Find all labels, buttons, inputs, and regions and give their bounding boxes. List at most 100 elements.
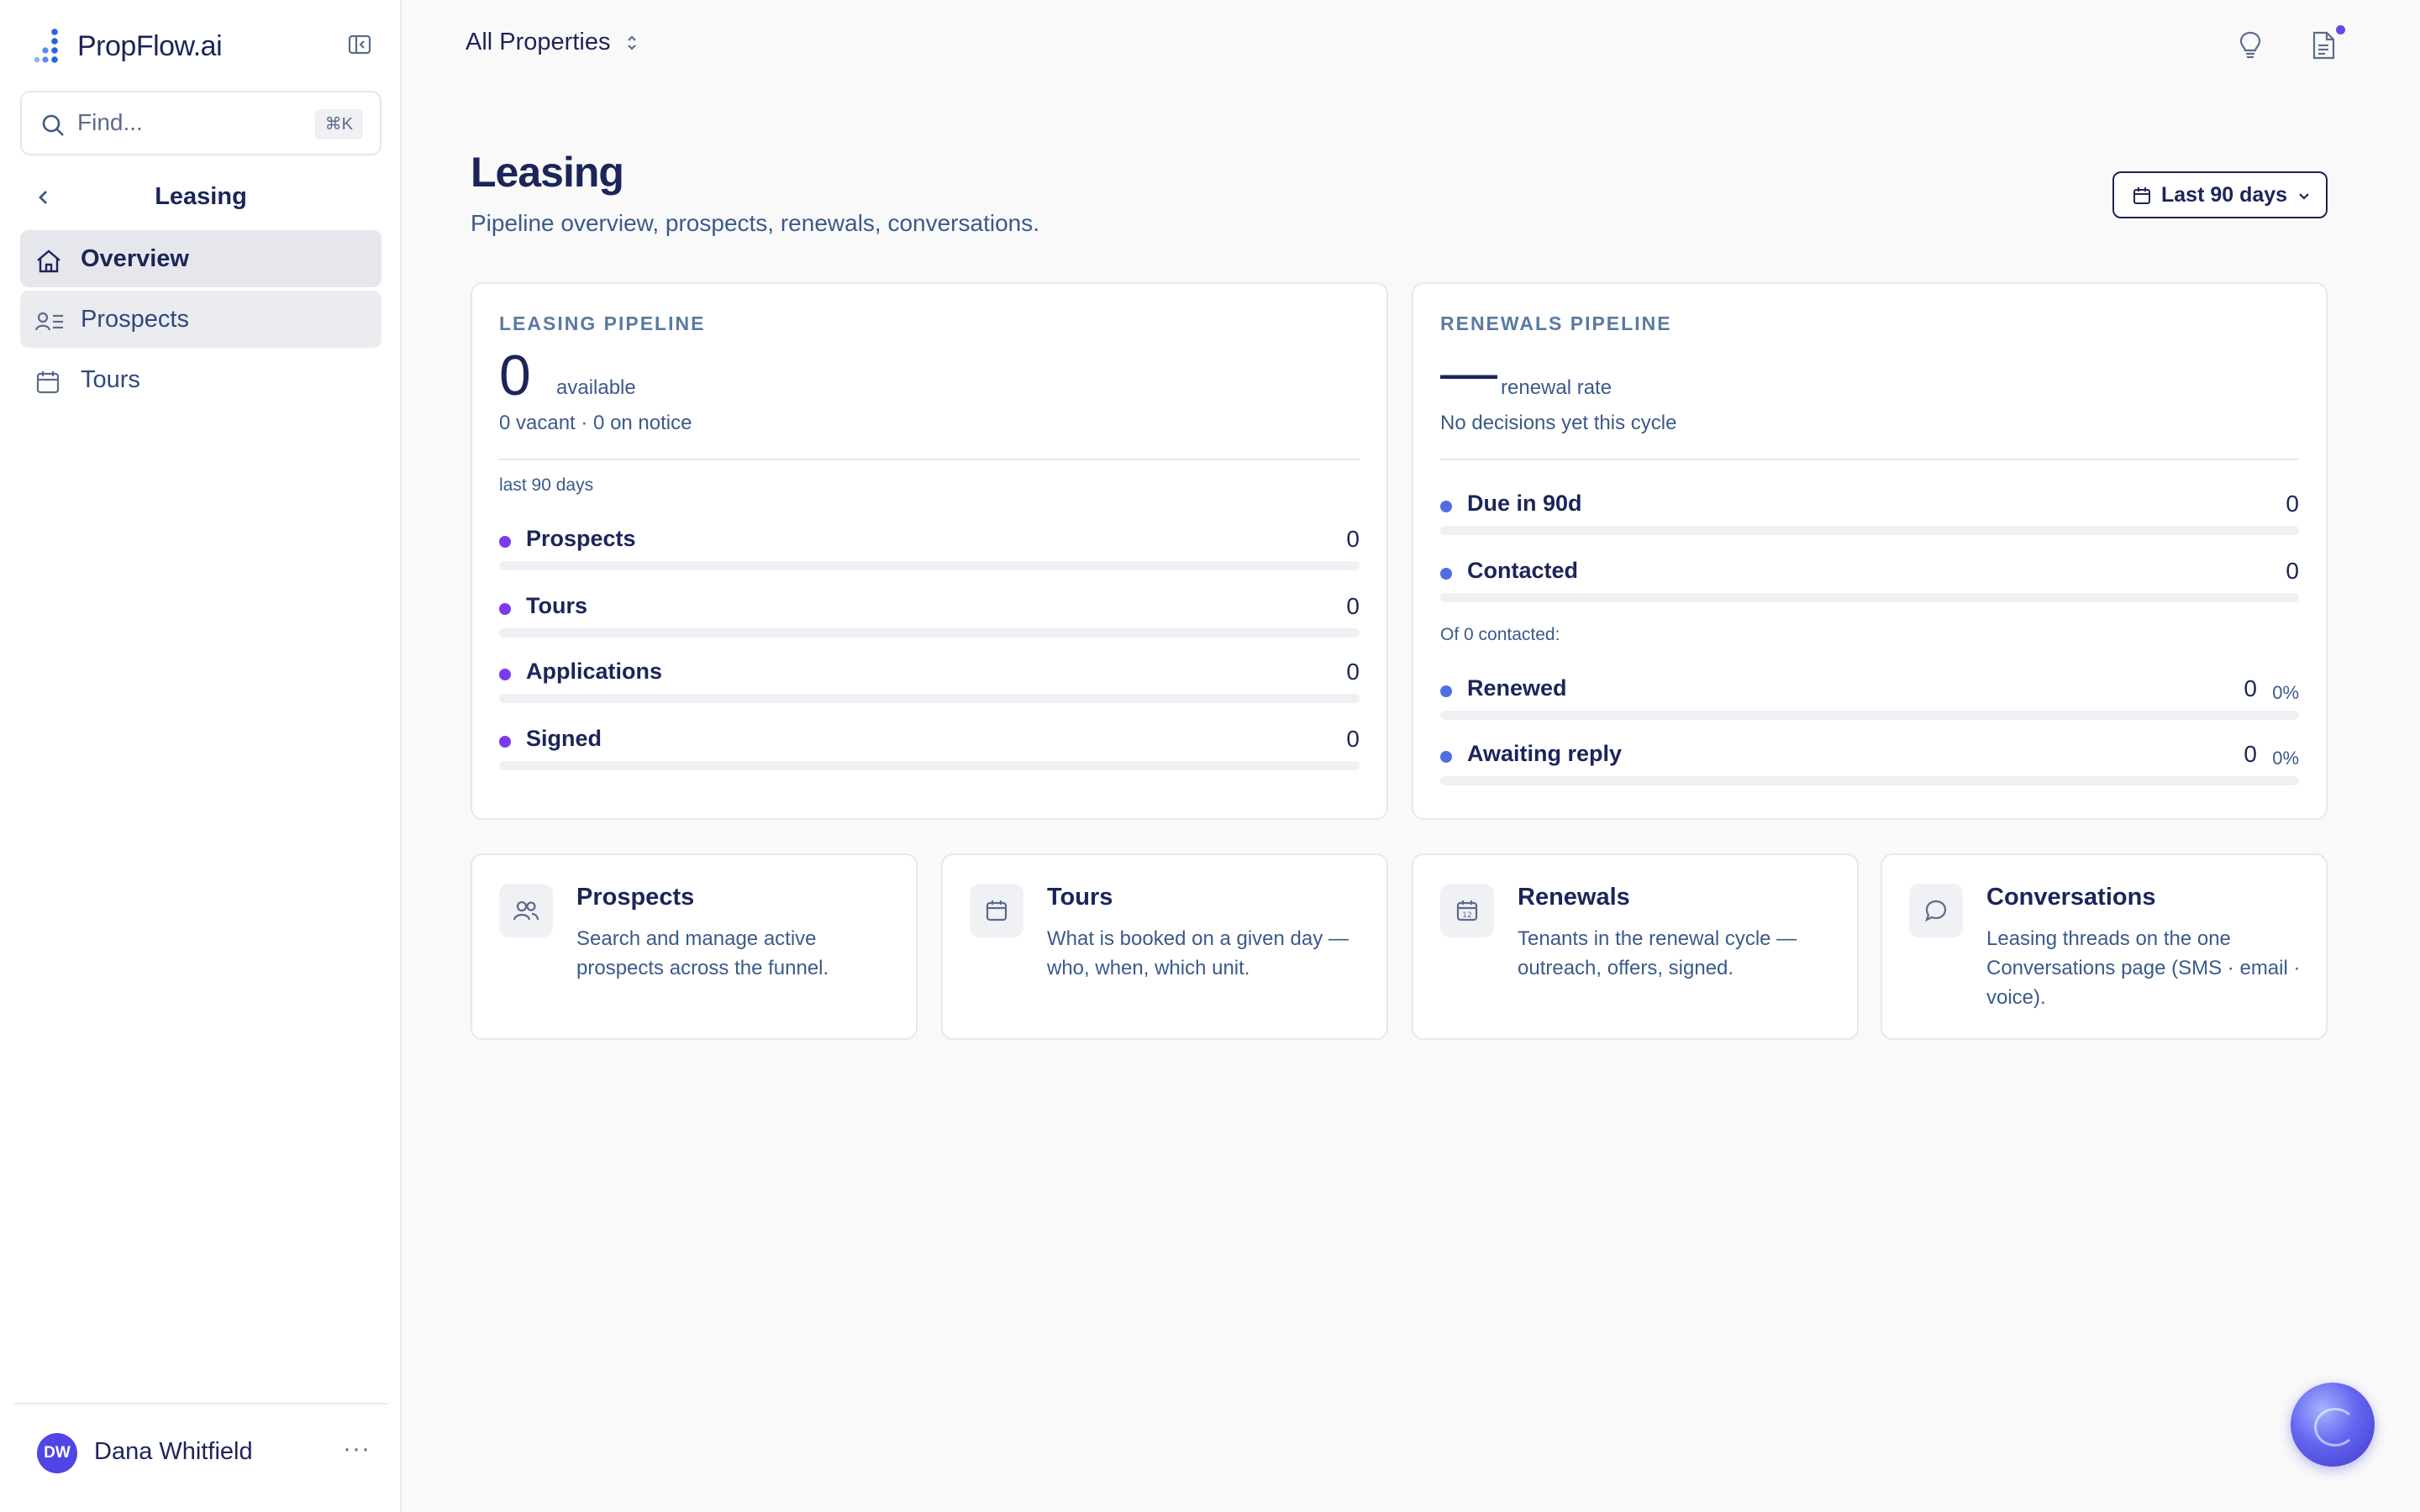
metric-label: Tours	[526, 593, 587, 618]
more-options-icon[interactable]: ···	[343, 1435, 371, 1463]
search-box[interactable]: Find... ⌘K	[20, 91, 381, 155]
sidebar-section-title: Leasing	[155, 183, 247, 210]
renewal-rate-label: renewal rate	[1501, 376, 1612, 399]
metric-value: 0	[1346, 726, 1360, 752]
user-menu[interactable]: DW Dana Whitfield ···	[13, 1403, 388, 1512]
sidebar: PropFlow.ai Find... ⌘K Leasing Overview …	[0, 0, 402, 1512]
metric-value: 0	[2286, 558, 2299, 584]
progress-track	[1440, 711, 2299, 720]
notification-badge	[2334, 24, 2347, 36]
property-selector-label: All Properties	[466, 29, 611, 55]
tours-link-card[interactable]: Tours What is booked on a given day — wh…	[941, 853, 1388, 1040]
document-icon[interactable]	[2311, 30, 2336, 60]
progress-track	[499, 628, 1360, 638]
progress-track	[1440, 526, 2299, 535]
metric-applications: Applications 0	[499, 654, 1360, 704]
assistant-orb-button[interactable]	[2291, 1383, 2375, 1467]
status-dot	[499, 669, 511, 680]
sidebar-item-label: Prospects	[81, 306, 189, 333]
status-dot	[1440, 685, 1452, 697]
metric-value: 0	[1346, 593, 1360, 619]
collapse-sidebar-button[interactable]	[348, 34, 373, 57]
user-name: Dana Whitfield	[94, 1438, 253, 1465]
period-note: last 90 days	[499, 475, 594, 495]
logo-icon	[34, 29, 58, 63]
metric-percent: 0%	[2272, 748, 2299, 769]
progress-track	[1440, 593, 2299, 602]
renewal-rate-value: —	[1440, 340, 1497, 404]
metric-awaiting-reply: Awaiting reply 0 0%	[1440, 736, 2299, 786]
available-count: 0	[499, 344, 531, 407]
status-dot	[1440, 751, 1452, 763]
link-card-description: Tenants in the renewal cycle — outreach,…	[1518, 927, 1797, 979]
metric-label: Due in 90d	[1467, 491, 1582, 516]
link-card-title: Conversations	[1986, 884, 2156, 911]
link-card-description: What is booked on a given day — who, whe…	[1047, 927, 1349, 979]
leasing-pipeline-card: LEASING PIPELINE 0 available 0 vacant · …	[471, 282, 1388, 820]
metric-due-in-90d: Due in 90d 0	[1440, 486, 2299, 536]
property-selector[interactable]: All Properties	[466, 29, 639, 56]
link-card-title: Renewals	[1518, 884, 1630, 911]
calendar-date-number: 12	[1462, 911, 1471, 920]
brand-name: PropFlow.ai	[77, 29, 223, 62]
metric-prospects: Prospects 0	[499, 521, 1360, 571]
home-icon	[37, 249, 60, 273]
sidebar-item-overview[interactable]: Overview	[20, 230, 381, 287]
metric-contacted: Contacted 0	[1440, 553, 2299, 603]
sidebar-section-header: Leasing	[20, 176, 381, 218]
metric-label: Renewed	[1467, 675, 1567, 701]
divider	[499, 459, 1360, 460]
metric-label: Contacted	[1467, 558, 1579, 583]
logo[interactable]: PropFlow.ai	[34, 25, 223, 67]
prospects-icon	[35, 312, 63, 331]
date-range-label: Last 90 days	[2161, 183, 2288, 207]
sidebar-item-tours[interactable]: Tours	[20, 351, 381, 408]
date-range-dropdown[interactable]: Last 90 days	[2112, 171, 2328, 218]
search-placeholder: Find...	[77, 109, 143, 135]
renewals-pipeline-card: RENEWALS PIPELINE — renewal rate No deci…	[1412, 282, 2328, 820]
metric-value: 0	[2286, 491, 2299, 517]
metric-renewed: Renewed 0 0%	[1440, 670, 2299, 721]
available-label: available	[556, 376, 636, 399]
sidebar-item-prospects[interactable]: Prospects	[20, 291, 381, 348]
link-card-title: Prospects	[576, 884, 695, 911]
status-dot	[499, 736, 511, 748]
metric-tours: Tours 0	[499, 588, 1360, 638]
chevron-down-icon	[2299, 193, 2309, 200]
status-dot	[499, 536, 511, 548]
metric-value: 0	[2244, 741, 2257, 767]
link-card-title: Tours	[1047, 884, 1113, 911]
divider	[1440, 459, 2299, 460]
renewals-link-card[interactable]: 12 Renewals Tenants in the renewal cycle…	[1412, 853, 1859, 1040]
status-dot	[1440, 501, 1452, 512]
conversations-link-card[interactable]: Conversations Leasing threads on the one…	[1881, 853, 2328, 1040]
card-label: LEASING PIPELINE	[499, 312, 706, 334]
sidebar-item-label: Tours	[81, 366, 140, 393]
metric-percent: 0%	[2272, 682, 2299, 703]
chat-bubble-icon	[1909, 884, 1963, 937]
lightbulb-icon[interactable]	[2238, 30, 2262, 60]
sidebar-item-label: Overview	[81, 245, 189, 272]
card-label: RENEWALS PIPELINE	[1440, 312, 1672, 334]
metric-label: Prospects	[526, 526, 636, 551]
link-card-description: Leasing threads on the one Conversations…	[1986, 927, 2301, 1009]
chevron-up-down-icon	[628, 34, 637, 50]
search-shortcut-badge: ⌘K	[314, 109, 363, 139]
prospects-link-card[interactable]: Prospects Search and manage active prosp…	[471, 853, 918, 1040]
metric-value: 0	[1346, 526, 1360, 552]
progress-track	[499, 761, 1360, 770]
people-icon	[499, 884, 553, 937]
status-dot	[499, 603, 511, 615]
metric-signed: Signed 0	[499, 721, 1360, 771]
search-icon	[42, 114, 64, 136]
link-card-description: Search and manage active prospects acros…	[576, 927, 829, 979]
avatar: DW	[37, 1433, 77, 1473]
vacancy-detail: 0 vacant · 0 on notice	[499, 412, 692, 434]
metric-label: Awaiting reply	[1467, 741, 1623, 766]
contacted-note: Of 0 contacted:	[1440, 625, 1560, 644]
calendar-icon	[2133, 187, 2150, 204]
metric-label: Applications	[526, 659, 663, 684]
status-dot	[1440, 568, 1452, 580]
progress-track	[499, 694, 1360, 703]
sidebar-toggle-icon	[348, 34, 371, 55]
